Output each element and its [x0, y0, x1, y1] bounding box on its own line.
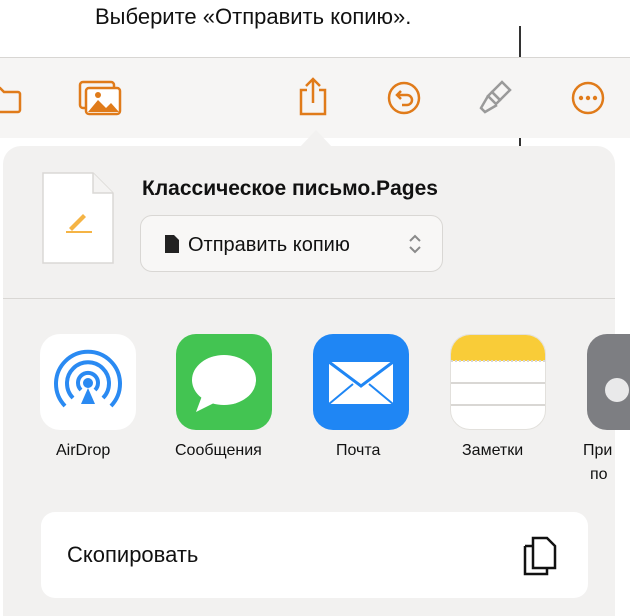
format-brush-icon[interactable]: [478, 78, 514, 121]
mail-app-icon[interactable]: [313, 334, 409, 430]
section-divider: [3, 298, 615, 299]
copy-label: Скопировать: [67, 542, 199, 567]
copy-action-row[interactable]: Скопировать: [41, 512, 588, 598]
undo-icon[interactable]: [386, 80, 422, 121]
airdrop-app-icon[interactable]: [40, 334, 136, 430]
popover-arrow: [300, 130, 332, 147]
media-icon[interactable]: [78, 80, 122, 121]
messages-app-icon[interactable]: [176, 334, 272, 430]
copy-icon: [521, 534, 559, 583]
notes-label: Заметки: [462, 442, 524, 459]
send-option-value: Отправить копию: [188, 234, 350, 256]
airdrop-label: AirDrop: [56, 442, 111, 459]
callout-label: Выберите «Отправить копию».: [95, 4, 412, 29]
mail-label: Почта: [336, 442, 381, 459]
toolbar: [0, 57, 630, 138]
share-icon[interactable]: [297, 76, 329, 121]
chevron-up-down-icon: [407, 233, 423, 260]
partial-app-label-line2: по: [590, 466, 608, 483]
document-thumbnail: [42, 172, 114, 269]
send-option-dropdown[interactable]: Отправить копию: [140, 215, 443, 272]
messages-label: Сообщения: [175, 442, 262, 459]
document-icon: [165, 235, 179, 258]
notes-app-icon[interactable]: [450, 334, 546, 430]
folder-icon[interactable]: [0, 82, 22, 119]
partial-app-icon[interactable]: [587, 334, 630, 430]
document-title: Классическое письмо.Pages: [142, 177, 438, 200]
partial-app-label-line1: При: [583, 442, 613, 459]
more-icon[interactable]: [570, 80, 606, 121]
